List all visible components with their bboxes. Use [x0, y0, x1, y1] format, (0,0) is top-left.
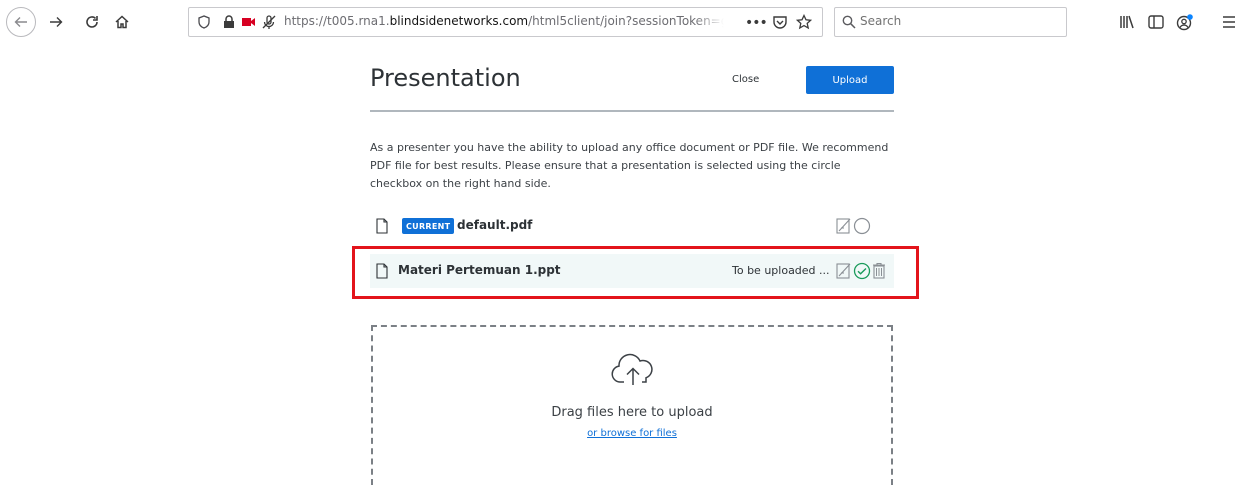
description-text: As a presenter you have the ability to u…: [370, 141, 889, 190]
cloud-upload-icon: [610, 352, 656, 386]
browse-link-container: or browse for files: [373, 428, 891, 439]
library-icon[interactable]: [1119, 15, 1135, 29]
file-row-current: CURRENT default.pdf: [370, 209, 894, 243]
browse-files-link[interactable]: or browse for files: [587, 428, 677, 439]
divider: [370, 110, 894, 112]
file-name: default.pdf: [457, 218, 533, 232]
convert-icon[interactable]: [836, 217, 852, 239]
mic-blocked-icon[interactable]: [261, 14, 277, 30]
back-icon[interactable]: [6, 7, 36, 37]
file-icon: [376, 218, 388, 238]
lock-icon[interactable]: [223, 15, 235, 29]
upload-button[interactable]: Upload: [806, 66, 894, 94]
search-bar[interactable]: Search: [834, 7, 1067, 37]
account-icon[interactable]: [1176, 13, 1194, 31]
highlight-box: [352, 246, 919, 299]
url-fade: [694, 10, 724, 34]
drop-zone[interactable]: Drag files here to upload or browse for …: [371, 325, 893, 485]
home-icon[interactable]: [108, 8, 136, 36]
camera-icon[interactable]: [241, 16, 257, 28]
pocket-icon[interactable]: [772, 14, 788, 30]
menu-icon[interactable]: [1222, 15, 1236, 29]
close-button[interactable]: Close: [732, 74, 759, 85]
select-circle-icon[interactable]: [853, 217, 871, 239]
forward-icon[interactable]: [42, 8, 70, 36]
reload-icon[interactable]: [78, 8, 106, 36]
url-text: https://t005.rna1.blindsidenetworks.com/…: [284, 14, 724, 28]
search-icon: [842, 15, 856, 29]
modal-title: Presentation: [370, 64, 521, 92]
shield-icon[interactable]: [197, 15, 211, 29]
bookmark-star-icon[interactable]: [796, 14, 812, 30]
browser-toolbar: https://t005.rna1.blindsidenetworks.com/…: [0, 0, 1253, 46]
more-icon[interactable]: •••: [745, 15, 768, 31]
sidebar-icon[interactable]: [1148, 15, 1164, 29]
search-placeholder: Search: [860, 14, 902, 28]
current-badge: CURRENT: [402, 218, 455, 234]
url-bar[interactable]: https://t005.rna1.blindsidenetworks.com/…: [188, 7, 823, 37]
drop-instruction: Drag files here to upload: [551, 405, 713, 420]
